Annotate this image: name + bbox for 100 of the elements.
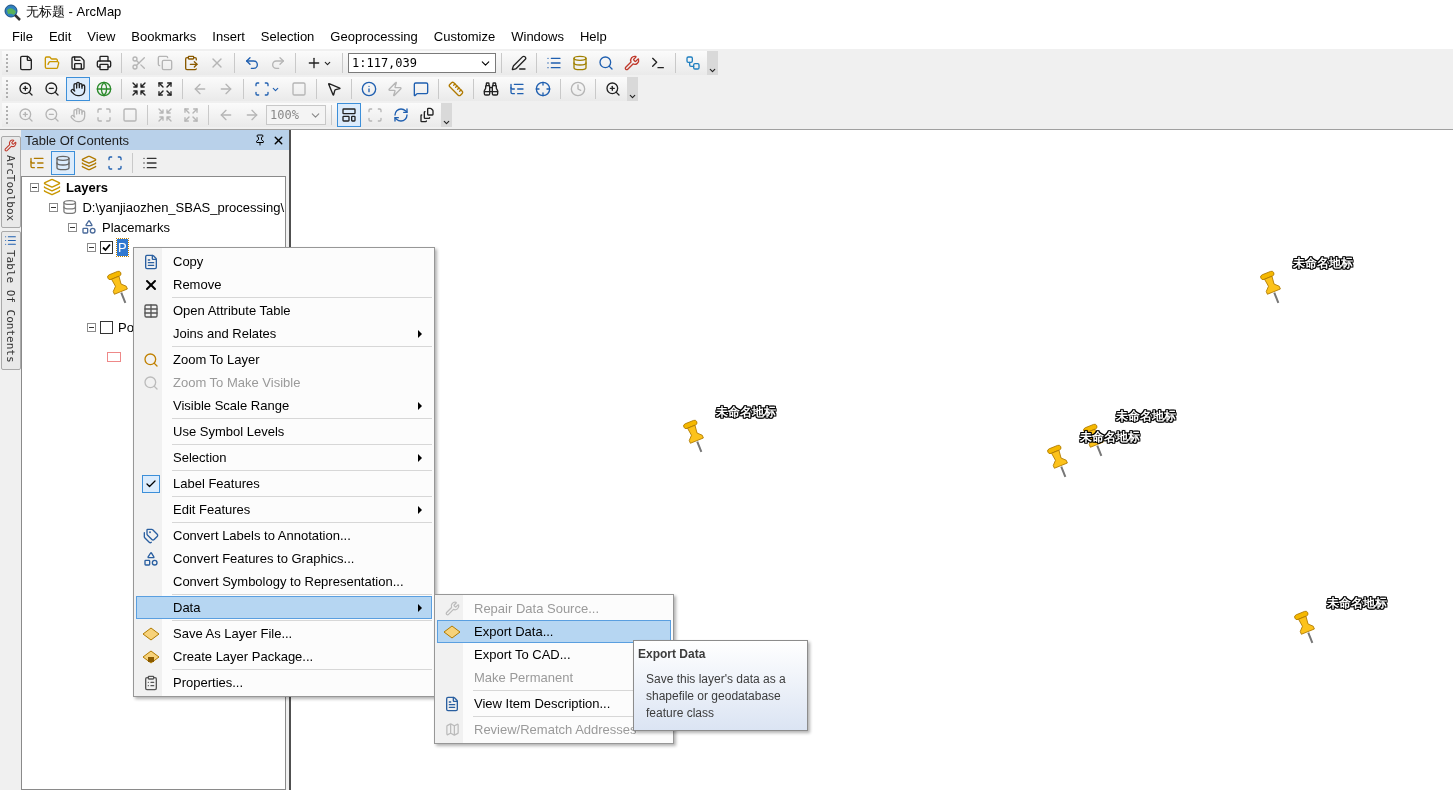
tree-label[interactable]: Placemarks	[101, 218, 171, 236]
menu-item[interactable]: Properties...	[136, 671, 432, 694]
list-window-icon	[546, 55, 562, 71]
menu-item[interactable]: Label Features	[136, 472, 432, 495]
collapse-icon[interactable]	[87, 322, 96, 332]
pan-button[interactable]	[66, 77, 90, 101]
lightning-icon	[387, 81, 403, 97]
submenu-arrow-icon	[415, 452, 425, 463]
toolbar-grip[interactable]	[4, 53, 10, 73]
tree-label[interactable]: D:\yanjiaozhen_SBAS_processing\	[81, 198, 285, 216]
menu-item[interactable]: Data	[136, 596, 432, 619]
pin-icon[interactable]	[254, 133, 266, 146]
annotation-icon	[143, 527, 159, 544]
menu-item[interactable]: Open Attribute Table	[136, 299, 432, 322]
select-features-icon	[254, 81, 270, 97]
menu-item[interactable]: Create Layer Package...	[136, 645, 432, 668]
checkbox[interactable]	[100, 320, 113, 334]
submenu-arrow-icon	[415, 504, 425, 515]
magnifier-window-icon	[605, 81, 621, 97]
map-icon	[444, 722, 460, 737]
layer-name[interactable]: Po	[117, 318, 135, 336]
visibility-icon	[81, 155, 97, 171]
database-icon	[62, 199, 78, 215]
menu-item[interactable]: Edit Features	[136, 498, 432, 521]
menu-item[interactable]: Convert Features to Graphics...	[136, 547, 432, 570]
menu-bar-item[interactable]: Edit	[40, 26, 80, 47]
toolbox-icon	[624, 55, 640, 71]
list-by-source-button[interactable]	[51, 151, 75, 175]
submenu-arrow-icon	[415, 602, 425, 613]
caret-icon	[442, 118, 451, 127]
scale-field[interactable]: 1:117,039	[348, 53, 496, 73]
toolbar-grip[interactable]	[4, 79, 10, 99]
checkbox[interactable]	[100, 240, 113, 254]
menu-item[interactable]: Use Symbol Levels	[136, 420, 432, 443]
pushpin-icon	[683, 418, 707, 454]
draft-mode-button[interactable]	[337, 103, 361, 127]
submenu-arrow-icon	[415, 328, 425, 339]
tree-label[interactable]: Layers	[65, 178, 109, 196]
placemark-label: 未命名地标	[1116, 409, 1176, 423]
back-icon	[192, 81, 208, 97]
collapse-icon[interactable]	[87, 242, 96, 252]
go-to-xy-icon	[535, 81, 551, 97]
selection-icon	[107, 155, 123, 171]
side-tab[interactable]: Table Of Contents	[0, 231, 21, 370]
change-layout-icon	[393, 107, 409, 123]
menu-item[interactable]: Zoom To Layer	[136, 348, 432, 371]
menu-item[interactable]: Copy	[136, 250, 432, 273]
zoom-in-icon	[18, 81, 34, 97]
menu-item[interactable]: Convert Symbology to Representation...	[136, 570, 432, 593]
layer-file-icon	[142, 626, 160, 641]
zoom-icon	[143, 351, 159, 368]
copy-icon	[157, 55, 173, 71]
network-icon	[509, 81, 525, 97]
group-layer-icon	[81, 219, 97, 235]
properties-icon	[143, 674, 159, 691]
pan-icon	[70, 81, 86, 97]
collapse-icon[interactable]	[49, 202, 58, 212]
menu-item[interactable]: Selection	[136, 446, 432, 469]
menu-bar-item[interactable]: Help	[571, 26, 615, 47]
menu-bar-item[interactable]: Insert	[204, 26, 253, 47]
table-icon	[143, 302, 159, 319]
menu-bar-item[interactable]: Selection	[252, 26, 323, 47]
caret-icon	[628, 92, 637, 101]
pushpin-icon	[1294, 609, 1318, 645]
source-icon	[55, 155, 71, 171]
pushpin-icon	[107, 269, 131, 305]
measure-icon	[448, 81, 464, 97]
tooltip-title: Export Data	[638, 647, 707, 661]
layer-name[interactable]: P	[117, 238, 128, 256]
search-window-icon	[598, 55, 614, 71]
layers-icon	[43, 178, 61, 196]
menu-bar-item[interactable]: Windows	[503, 26, 572, 47]
fixed-zoom-in-icon	[157, 107, 173, 123]
menu-bar-item[interactable]: View	[79, 26, 124, 47]
database-icon	[572, 55, 588, 71]
forward-icon	[218, 81, 234, 97]
menu-bar-item[interactable]: File	[4, 26, 41, 47]
menu-item[interactable]: Export Data...	[437, 620, 671, 643]
placemark-label: 未命名地标	[716, 405, 776, 419]
redo-icon	[270, 55, 286, 71]
side-tab[interactable]: ArcToolbox	[0, 136, 21, 229]
menu-item[interactable]: Remove	[136, 273, 432, 296]
menu-item[interactable]: Convert Labels to Annotation...	[136, 524, 432, 547]
undo-icon	[244, 55, 260, 71]
menu-item[interactable]: Save As Layer File...	[136, 622, 432, 645]
toolbar-grip[interactable]	[4, 105, 10, 125]
drawing-order-icon	[29, 155, 45, 171]
menu-bar-item[interactable]: Customize	[425, 26, 504, 47]
menu-item[interactable]: Joins and Relates	[136, 322, 432, 345]
clear-selection-icon	[291, 81, 307, 97]
focus-frame-icon	[367, 107, 383, 123]
collapse-icon[interactable]	[30, 182, 39, 192]
menu-item[interactable]: Visible Scale Range	[136, 394, 432, 417]
caret-icon	[708, 66, 717, 75]
menu-bar-item[interactable]: Geoprocessing	[322, 26, 426, 47]
collapse-icon[interactable]	[68, 222, 77, 232]
globe-icon	[96, 81, 112, 97]
menu-bar-item[interactable]: Bookmarks	[123, 26, 205, 47]
tooltip-text: Save this layer's data as a shapefile or geodatabase feature class	[645, 671, 787, 722]
page-stack-icon	[419, 107, 435, 123]
